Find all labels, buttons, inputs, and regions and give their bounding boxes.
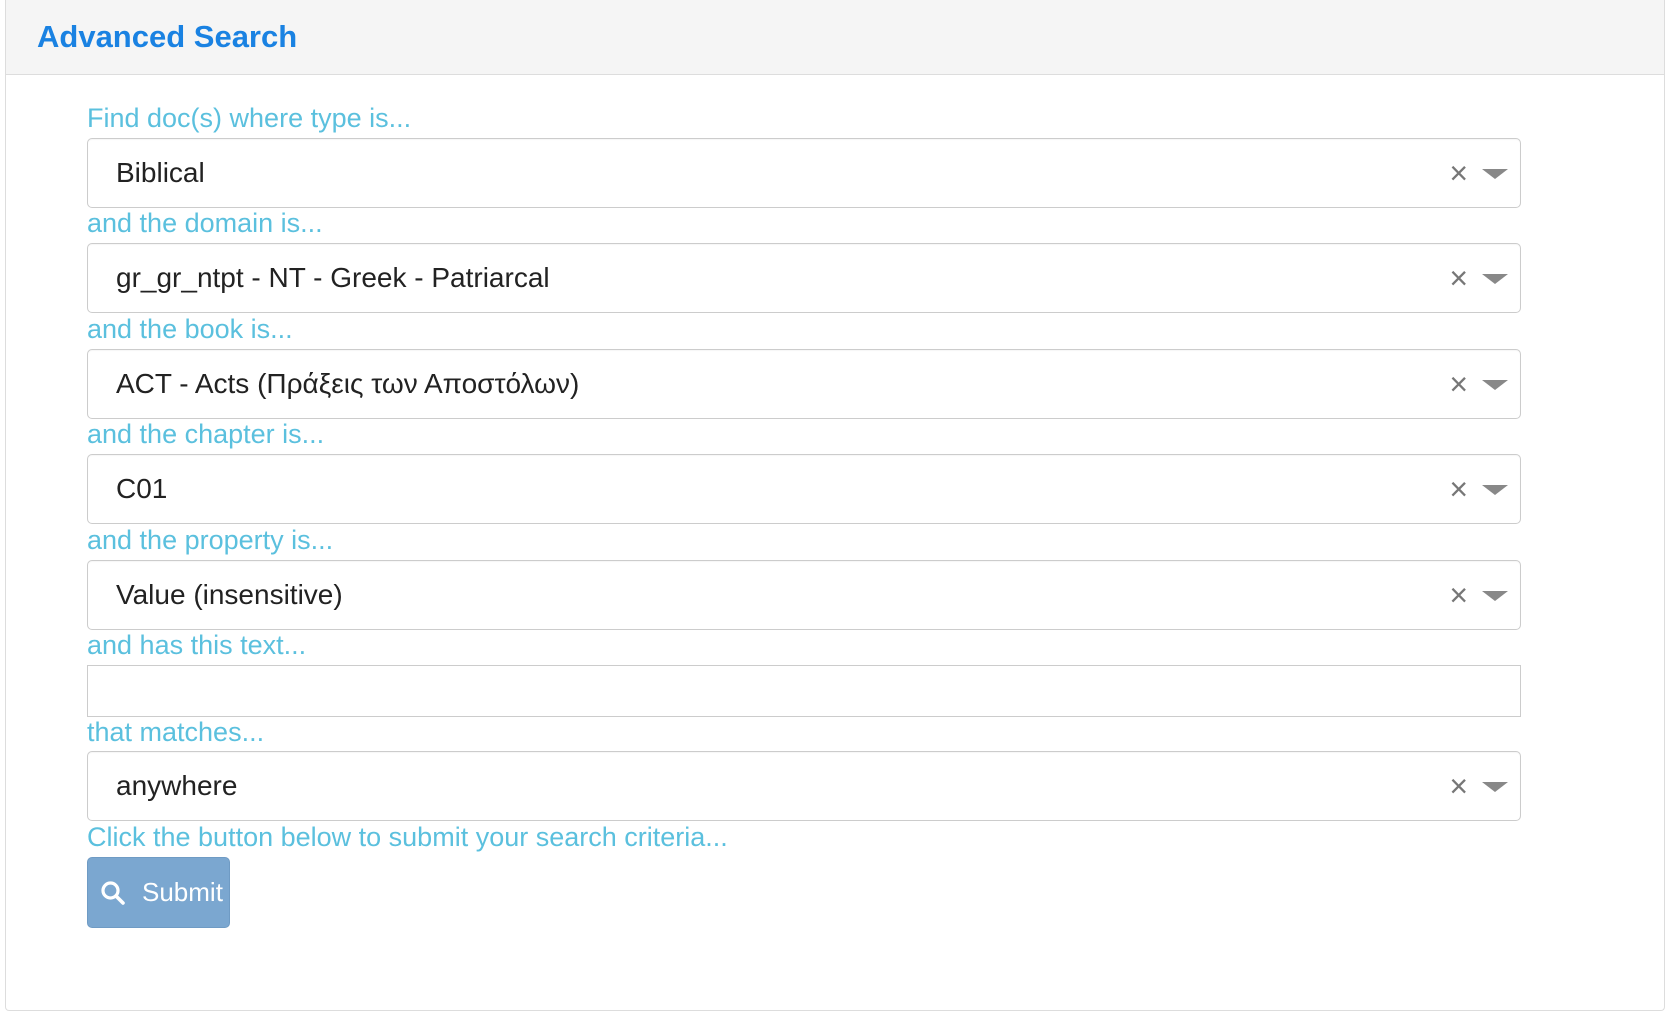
search-icon bbox=[101, 880, 125, 905]
caret-down-icon[interactable] bbox=[1482, 380, 1508, 390]
caret-down-icon[interactable] bbox=[1482, 782, 1508, 792]
close-icon[interactable]: × bbox=[1449, 455, 1468, 523]
submit-hint: Click the button below to submit your se… bbox=[87, 822, 728, 852]
advanced-search-panel: Advanced Search Find doc(s) where type i… bbox=[5, 0, 1665, 1011]
chapter-select[interactable]: C01 × bbox=[87, 454, 1521, 524]
close-icon[interactable]: × bbox=[1449, 561, 1468, 629]
property-label: and the property is... bbox=[87, 525, 334, 555]
matches-label: that matches... bbox=[87, 717, 265, 747]
close-icon[interactable]: × bbox=[1449, 752, 1468, 820]
type-label: Find doc(s) where type is... bbox=[87, 103, 412, 133]
chapter-select-value: C01 bbox=[116, 473, 168, 504]
book-select-value: ACT - Acts (Πράξεις των Αποστόλων) bbox=[116, 368, 580, 399]
property-select-value: Value (insensitive) bbox=[116, 579, 343, 610]
close-icon[interactable]: × bbox=[1449, 350, 1468, 418]
caret-down-icon[interactable] bbox=[1482, 169, 1508, 179]
book-select[interactable]: ACT - Acts (Πράξεις των Αποστόλων) × bbox=[87, 349, 1521, 419]
submit-button-label: Submit bbox=[142, 877, 223, 907]
panel-heading: Advanced Search bbox=[6, 0, 1664, 75]
chapter-label: and the chapter is... bbox=[87, 419, 325, 449]
type-select[interactable]: Biblical × bbox=[87, 138, 1521, 208]
caret-down-icon[interactable] bbox=[1482, 485, 1508, 495]
property-select[interactable]: Value (insensitive) × bbox=[87, 560, 1521, 630]
caret-down-icon[interactable] bbox=[1482, 274, 1508, 284]
type-select-value: Biblical bbox=[116, 157, 205, 188]
matches-select[interactable]: anywhere × bbox=[87, 751, 1521, 821]
domain-label: and the domain is... bbox=[87, 208, 323, 238]
domain-select-value: gr_gr_ntpt - NT - Greek - Patriarcal bbox=[116, 262, 550, 293]
search-text-input[interactable] bbox=[87, 665, 1521, 717]
text-label: and has this text... bbox=[87, 630, 307, 660]
close-icon[interactable]: × bbox=[1449, 139, 1468, 207]
domain-select[interactable]: gr_gr_ntpt - NT - Greek - Patriarcal × bbox=[87, 243, 1521, 313]
caret-down-icon[interactable] bbox=[1482, 591, 1508, 601]
close-icon[interactable]: × bbox=[1449, 244, 1468, 312]
page-title: Advanced Search bbox=[37, 19, 298, 54]
submit-button[interactable]: Submit bbox=[87, 857, 230, 928]
book-label: and the book is... bbox=[87, 314, 293, 344]
matches-select-value: anywhere bbox=[116, 770, 238, 801]
